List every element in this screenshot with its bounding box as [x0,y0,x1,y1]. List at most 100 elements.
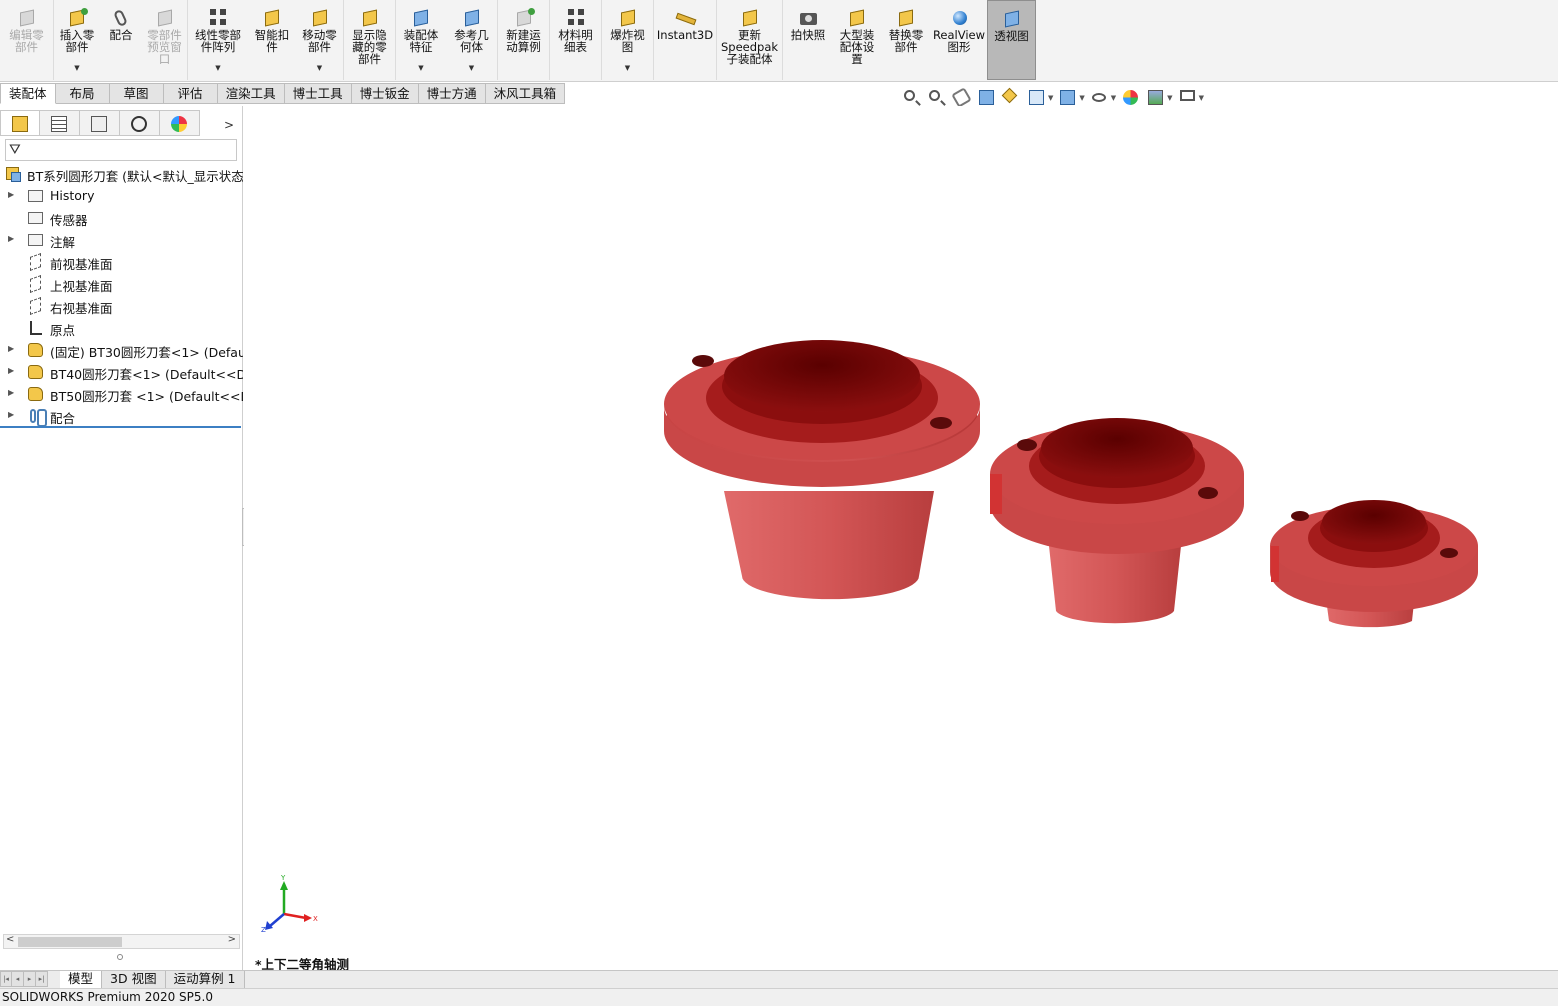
rollback-bar[interactable] [0,426,241,428]
perspective-button[interactable]: 透视图 [987,0,1036,80]
scroll-right-icon[interactable]: > [228,934,236,945]
tab-3d-views[interactable]: 3D 视图 [102,971,166,988]
apply-scene-icon[interactable] [1146,88,1166,108]
edit-part-button[interactable]: 编辑零 部件 [0,0,54,80]
exploded-view-button[interactable]: 爆炸视 图 ▼ [602,0,654,80]
tab-boshi-tube[interactable]: 博士方通 [418,83,486,104]
dropdown-arrow-icon[interactable]: ▼ [215,64,220,72]
configuration-manager-tab[interactable] [80,110,120,136]
hide-show-dropdown-icon[interactable]: ▼ [1111,94,1116,102]
feature-manager-tab[interactable] [0,110,40,136]
insert-part-button[interactable]: 插入零 部件 ▼ [54,0,100,80]
dynamic-annotation-icon[interactable] [1001,87,1022,108]
zoom-to-fit-icon[interactable] [902,88,922,108]
edit-appearance-icon[interactable] [1121,88,1141,108]
dropdown-arrow-icon[interactable]: ▼ [74,64,79,72]
tab-assembly[interactable]: 装配体 [0,83,56,104]
tab-layout[interactable]: 布局 [55,83,110,104]
new-motion-study-button[interactable]: 新建运 动算例 [498,0,550,80]
tab-mufeng-toolbox[interactable]: 沐风工具箱 [485,83,566,104]
property-list-icon [51,116,67,132]
tree-item-mates[interactable]: ▶ 配合 [0,405,243,427]
dropdown-arrow-icon[interactable]: ▼ [317,64,322,72]
view-orientation-dropdown-icon[interactable]: ▼ [1048,94,1053,102]
previous-view-icon[interactable] [951,87,972,108]
chevron-right-icon[interactable]: > [224,118,234,132]
expand-arrow-icon[interactable]: ▶ [8,366,14,375]
expand-arrow-icon[interactable]: ▶ [8,410,14,419]
tab-boshi-sheetmetal[interactable]: 博士钣金 [351,83,419,104]
part-bt30-holder[interactable] [664,340,980,600]
replace-components-button[interactable]: 替换零 部件 [881,0,931,80]
mate-button[interactable]: 配合 [100,0,142,80]
tree-item-sensors[interactable]: 传感器 [0,207,243,229]
snapshot-button[interactable]: 拍快照 [783,0,833,80]
view-settings-monitor-icon[interactable] [1178,88,1198,108]
scrollbar-thumb[interactable] [18,937,122,947]
tree-root-assembly[interactable]: BT系列圆形刀套 (默认<默认_显示状态- [0,163,243,185]
bottom-tabs: |◂ ◂ ▸ ▸| 模型 3D 视图 运动算例 1 [0,970,1558,988]
scroll-left-icon[interactable]: < [6,934,14,945]
last-tab-icon[interactable]: ▸| [36,971,48,987]
panel-resize-grip[interactable] [117,954,123,960]
tab-motion-study[interactable]: 运动算例 1 [165,971,245,988]
tab-model[interactable]: 模型 [60,971,103,988]
part-bt50-holder[interactable] [1270,500,1478,628]
section-view-icon[interactable] [977,88,997,108]
apply-scene-dropdown-icon[interactable]: ▼ [1167,94,1172,102]
view-settings-dropdown-icon[interactable]: ▼ [1199,94,1204,102]
realview-button[interactable]: RealView 图形 [931,0,987,80]
plane-icon [27,274,44,294]
horizontal-scrollbar[interactable]: < > [3,934,240,949]
preview-window-button[interactable]: 零部件 预览窗 口 [142,0,188,80]
dropdown-arrow-icon[interactable]: ▼ [418,64,423,72]
tree-item-origin[interactable]: 原点 [0,317,243,339]
reference-geometry-button[interactable]: 参考几 何体 ▼ [446,0,498,80]
view-orientation-icon[interactable] [1027,88,1047,108]
expand-arrow-icon[interactable]: ▶ [8,388,14,397]
update-speedpak-button[interactable]: 更新 Speedpak 子装配体 [717,0,783,80]
tab-boshi-tools[interactable]: 博士工具 [284,83,352,104]
plane-icon [27,296,44,316]
property-manager-tab[interactable] [40,110,80,136]
large-assembly-settings-button[interactable]: 大型装 配体设 置 [833,0,881,80]
expand-arrow-icon[interactable]: ▶ [8,234,14,243]
next-tab-icon[interactable]: ▸ [24,971,36,987]
bom-button[interactable]: 材料明 细表 [550,0,602,80]
assembly-features-button[interactable]: 装配体 特征 ▼ [396,0,446,80]
tree-item-top-plane[interactable]: 上视基准面 [0,273,243,295]
part-bt40-holder[interactable] [990,418,1244,624]
linear-pattern-button[interactable]: 线性零部 件阵列 ▼ [188,0,248,80]
tab-render-tools[interactable]: 渲染工具 [217,83,285,104]
pattern-grid-icon [207,8,229,28]
move-component-button[interactable]: 移动零 部件 ▼ [296,0,344,80]
tree-item-history[interactable]: ▶ History [0,185,243,207]
model-render[interactable]: Y X Z [244,106,1558,970]
dimxpert-manager-tab[interactable] [120,110,160,136]
zoom-to-area-icon[interactable] [927,88,947,108]
display-style-icon[interactable] [1058,88,1078,108]
instant3d-button[interactable]: Instant3D [654,0,717,80]
display-style-dropdown-icon[interactable]: ▼ [1079,94,1084,102]
tree-item-component-bt30[interactable]: ▶ (固定) BT30圆形刀套<1> (Default< [0,339,243,361]
tree-item-annotations[interactable]: ▶ 注解 [0,229,243,251]
tree-item-component-bt40[interactable]: ▶ BT40圆形刀套<1> (Default<<Def [0,361,243,383]
display-manager-tab[interactable] [160,110,200,136]
tree-item-right-plane[interactable]: 右视基准面 [0,295,243,317]
tree-filter[interactable]: ⛛ [5,139,237,161]
first-tab-icon[interactable]: |◂ [0,971,12,987]
expand-arrow-icon[interactable]: ▶ [8,344,14,353]
tree-item-front-plane[interactable]: 前视基准面 [0,251,243,273]
tab-evaluate[interactable]: 评估 [163,83,218,104]
tab-sketch[interactable]: 草图 [109,83,164,104]
hide-show-items-icon[interactable] [1090,88,1110,108]
filter-funnel-icon[interactable]: ⛛ [9,142,21,158]
dropdown-arrow-icon[interactable]: ▼ [469,64,474,72]
expand-arrow-icon[interactable]: ▶ [8,190,14,199]
dropdown-arrow-icon[interactable]: ▼ [625,64,630,72]
prev-tab-icon[interactable]: ◂ [12,971,24,987]
tree-item-component-bt50[interactable]: ▶ BT50圆形刀套 <1> (Default<<De [0,383,243,405]
graphics-area[interactable]: Y X Z [244,106,1558,970]
smart-fasteners-button[interactable]: 智能扣 件 [248,0,296,80]
show-hidden-components-button[interactable]: 显示隐 藏的零 部件 [344,0,396,80]
